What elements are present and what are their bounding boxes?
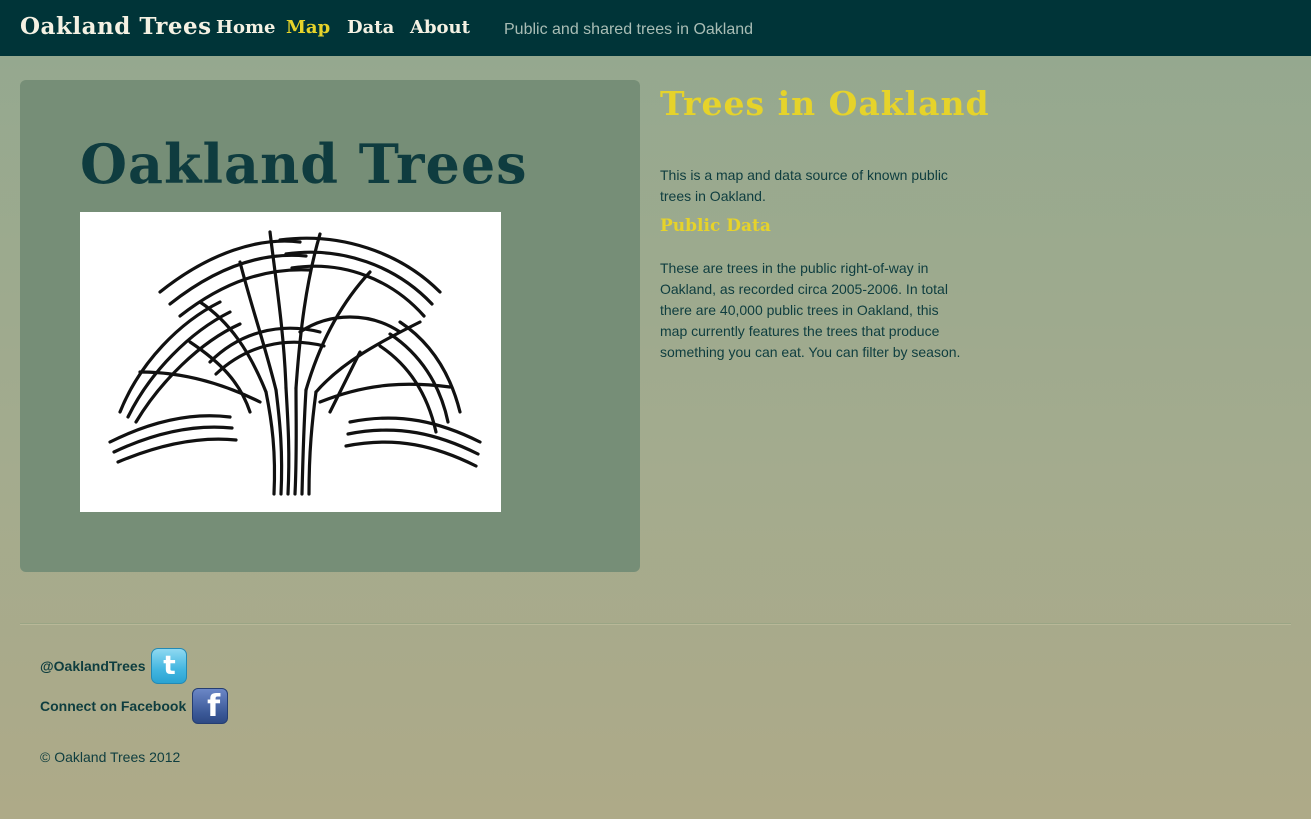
copyright-text: © Oakland Trees 2012 bbox=[40, 749, 181, 765]
footer-divider bbox=[20, 623, 1291, 625]
facebook-icon[interactable]: f bbox=[192, 688, 229, 724]
navbar-tagline: Public and shared trees in Oakland bbox=[504, 21, 754, 38]
public-data-title: Public Data bbox=[660, 216, 771, 236]
twitter-link[interactable]: @OaklandTrees t bbox=[40, 648, 188, 684]
hero-panel: Oakland Trees bbox=[20, 80, 640, 572]
oak-tree-logo-icon bbox=[80, 212, 501, 512]
brand-link[interactable]: Oakland Trees bbox=[20, 13, 212, 40]
facebook-link[interactable]: Connect on Facebook f bbox=[40, 688, 229, 724]
public-data-text: These are trees in the public right-of-w… bbox=[660, 260, 961, 360]
top-navbar: Oakland Trees Home Map Data About Public… bbox=[0, 0, 1311, 56]
intro-text: This is a map and data source of known p… bbox=[660, 167, 948, 204]
twitter-label: @OaklandTrees bbox=[40, 658, 146, 674]
twitter-icon[interactable]: t bbox=[151, 648, 188, 684]
section-title: Trees in Oakland bbox=[660, 84, 990, 123]
hero-title: Oakland Trees bbox=[80, 132, 528, 196]
facebook-label: Connect on Facebook bbox=[40, 698, 187, 714]
nav-data[interactable]: Data bbox=[347, 17, 394, 38]
nav-home[interactable]: Home bbox=[216, 17, 276, 38]
nav-map[interactable]: Map bbox=[286, 17, 330, 38]
nav-about[interactable]: About bbox=[410, 17, 470, 38]
